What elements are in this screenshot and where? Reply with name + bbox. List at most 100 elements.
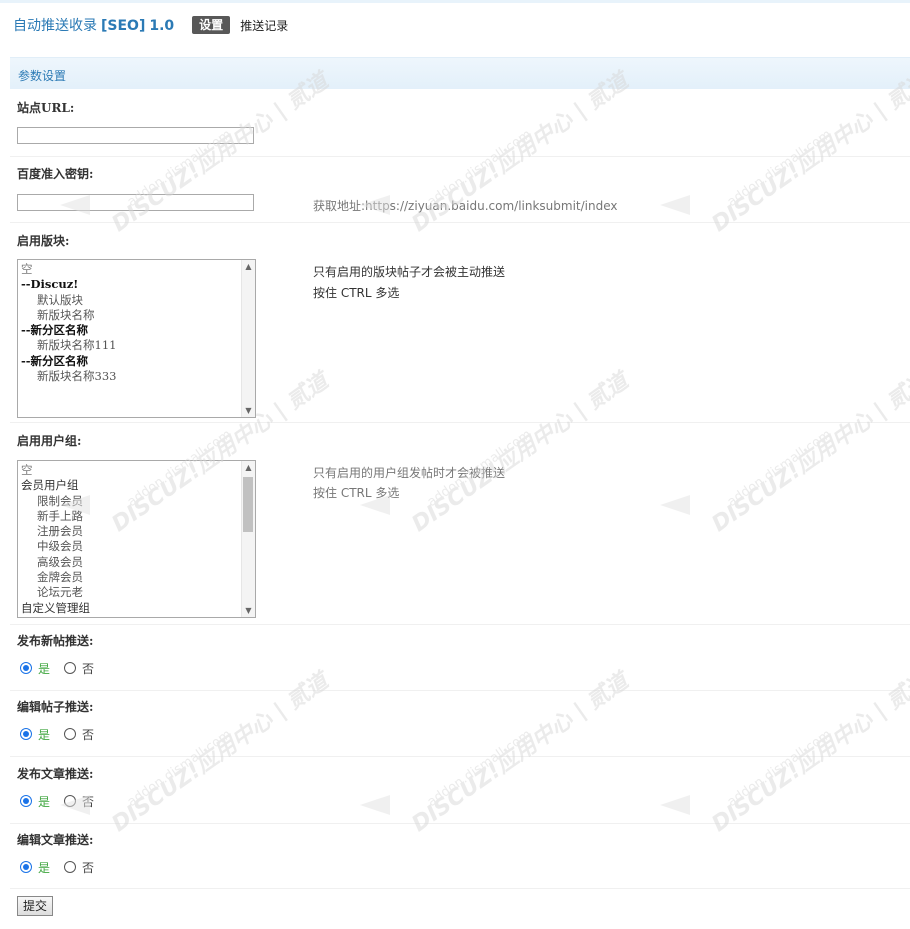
radio-group-label: 发布新帖推送: [17,634,94,648]
divider [10,222,910,223]
divider [10,624,910,625]
watermark: DISCUZ!应用中心 | 贰道 addon.dismall.com [360,365,633,537]
radio-yes[interactable] [20,728,32,740]
app-tag: [SEO] [101,18,146,34]
forums-options: 空 --Discuz! 默认版块 新版块名称 --新分区名称 新版块名称111 --新分区名… [18,260,241,386]
radio-no[interactable] [64,662,77,674]
select-option[interactable]: 空 [21,463,238,478]
forums-label: 启用版块: [17,234,70,248]
divider [10,156,910,157]
radio-yes[interactable] [20,861,32,873]
usergroups-options: 空会员用户组 限制会员 新手上路 注册会员 中级会员 高级会员 金牌会员 论坛元老 自定义管理组 [18,461,241,617]
watermark-text: DISCUZ!应用中心 | 贰道 [107,68,333,238]
baidu-key-input[interactable] [17,194,254,211]
scroll-up-icon[interactable]: ▲ [242,461,255,474]
select-option[interactable]: 限制会员 [21,494,238,509]
watermark-arrow-icon [660,495,690,515]
tip-prefix: 获取地址: [313,199,366,213]
forums-tip: 只有启用的版块帖子才会被主动推送 [313,265,506,279]
watermark-url: addon.dismall.com [724,127,835,210]
radio-no[interactable] [64,861,77,873]
divider [10,756,910,757]
app-version: 1.0 [149,18,175,34]
select-option[interactable]: 论坛元老 [21,585,238,600]
tip-url: https://ziyuan.baidu.com/linksubmit/inde… [365,199,618,213]
divider [10,888,910,889]
select-option[interactable]: --新分区名称 [21,323,238,338]
select-option[interactable]: 高级会员 [21,555,238,570]
section-header: 参数设置 [10,57,910,89]
top-strip [0,0,910,3]
radio-no[interactable] [64,728,77,740]
select-option[interactable]: --Discuz! [21,277,238,292]
radio-group-label: 编辑文章推送: [17,833,94,847]
watermark-url: addon.dismall.com [724,427,835,510]
watermark-arrow-icon [360,795,390,815]
usergroups-select[interactable]: 空会员用户组 限制会员 新手上路 注册会员 中级会员 高级会员 金牌会员 论坛元老 自定义管理组… [17,460,256,618]
site-url-input[interactable] [17,127,254,144]
watermark-url: addon.dismall.com [424,727,535,810]
divider [10,823,910,824]
select-option[interactable]: 新版块名称333 [21,369,238,384]
app-name: 自动推送收录 [13,18,97,34]
radio-yes-label[interactable]: 是 [38,726,50,743]
baidu-key-label: 百度准入密钥: [17,167,94,181]
forums-select[interactable]: 空 --Discuz! 默认版块 新版块名称 --新分区名称 新版块名称111 --新分区名… [17,259,256,418]
radio-yes[interactable] [20,662,32,674]
select-option[interactable]: --新分区名称 [21,354,238,369]
forums-scrollbar[interactable]: ▲ ▼ [241,260,255,417]
scroll-down-icon[interactable]: ▼ [242,404,255,417]
select-option[interactable]: 注册会员 [21,524,238,539]
radio-no-label[interactable]: 否 [82,793,94,810]
radio-no-label[interactable]: 否 [82,660,94,677]
usergroups-tip: 只有启用的用户组发帖时才会被推送 [313,466,506,480]
radio-no[interactable] [64,795,77,807]
tab-settings[interactable]: 设置 [192,16,231,34]
watermark: DISCUZ!应用中心 | 贰道 addon.dismall.com [660,65,910,238]
forums-ctrl-tip: 按住 CTRL 多选 [313,286,400,300]
radio-no-label[interactable]: 否 [82,726,94,743]
usergroups-label: 启用用户组: [17,434,82,448]
select-option[interactable]: 中级会员 [21,539,238,554]
scroll-down-icon[interactable]: ▼ [242,604,255,617]
section-title: 参数设置 [18,69,67,83]
radio-group: 是否 [20,859,108,875]
app-title: 自动推送收录 [SEO] 1.0 [13,15,174,35]
radio-yes-label[interactable]: 是 [38,660,50,677]
watermark-text: DISCUZ!应用中心 | 贰道 [707,68,910,238]
watermark-text: DISCUZ!应用中心 | 贰道 [707,368,910,538]
tab-push-log[interactable]: 推送记录 [240,17,288,34]
divider [10,690,910,691]
baidu-key-tip: 获取地址:https://ziyuan.baidu.com/linksubmit… [313,197,618,214]
radio-group-label: 编辑帖子推送: [17,700,94,714]
watermark-url: addon.dismall.com [724,727,835,810]
divider [10,422,910,423]
select-option[interactable]: 默认版块 [21,293,238,308]
select-option[interactable]: 自定义管理组 [21,601,238,616]
radio-no-label[interactable]: 否 [82,859,94,876]
select-option[interactable]: 空 [21,262,238,277]
select-option[interactable]: 新版块名称 [21,308,238,323]
watermark-url: addon.dismall.com [124,727,235,810]
radio-yes-label[interactable]: 是 [38,793,50,810]
submit-button[interactable]: 提交 [17,896,54,916]
radio-yes-label[interactable]: 是 [38,859,50,876]
select-option[interactable]: 金牌会员 [21,570,238,585]
watermark-arrow-icon [660,795,690,815]
watermark-arrow-icon [660,195,690,215]
select-option[interactable]: 新版块名称111 [21,338,238,353]
radio-group-label: 发布文章推送: [17,767,94,781]
plugin-header: 自动推送收录 [SEO] 1.0 设置 推送记录 [13,15,288,35]
select-option[interactable]: 会员用户组 [21,478,238,493]
usergroups-scrollbar[interactable]: ▲ ▼ [241,461,255,617]
usergroups-ctrl-tip: 按住 CTRL 多选 [313,486,400,500]
radio-yes[interactable] [20,795,32,807]
scroll-up-icon[interactable]: ▲ [242,260,255,273]
radio-group: 是否 [20,726,108,742]
select-option[interactable]: 新手上路 [21,509,238,524]
radio-group: 是否 [20,660,108,676]
watermark-text: DISCUZ!应用中心 | 贰道 [407,368,633,538]
site-url-label: 站点URL: [17,101,75,115]
scroll-thumb[interactable] [243,477,253,532]
radio-group: 是否 [20,793,108,809]
